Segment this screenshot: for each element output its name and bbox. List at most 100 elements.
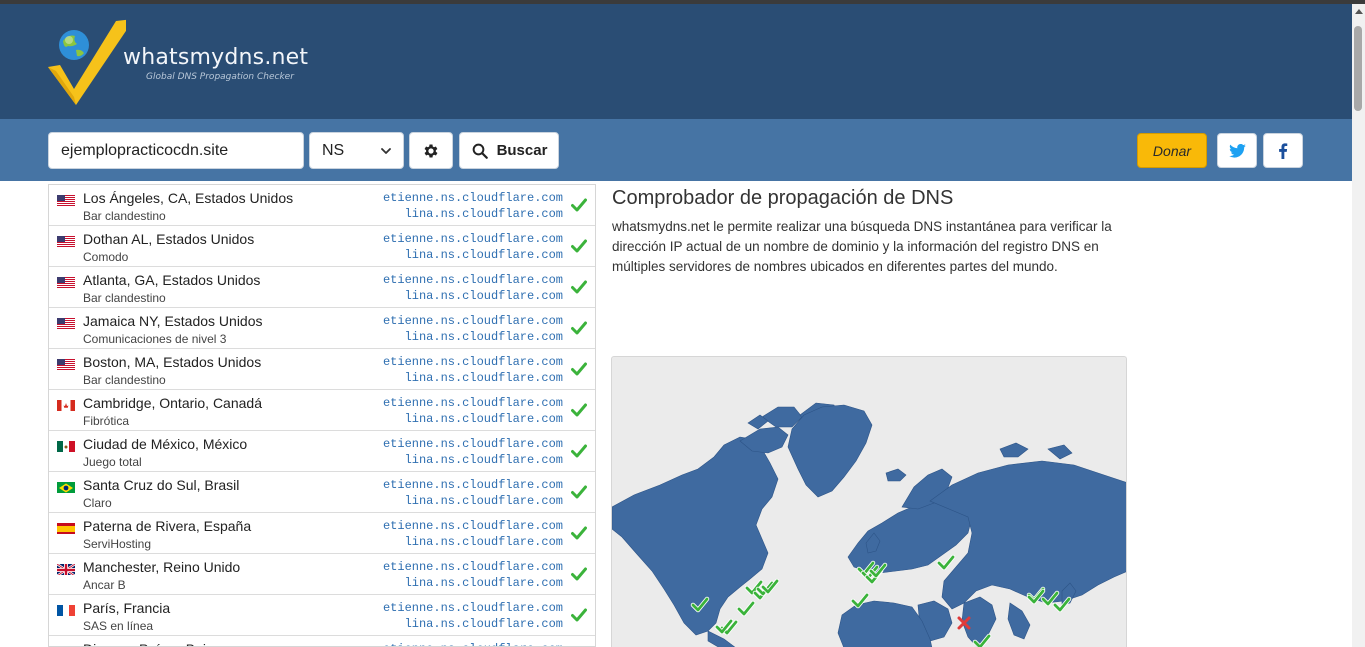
result-nameserver-2: lina.ns.cloudflare.com: [404, 289, 563, 303]
result-nameserver-1: etienne.ns.cloudflare.com: [382, 355, 563, 369]
page-scrollbar[interactable]: [1352, 4, 1365, 647]
scroll-thumb[interactable]: [1354, 26, 1362, 111]
result-provider: Bar clandestino: [83, 291, 166, 305]
facebook-icon: [1279, 142, 1288, 159]
result-location: Los Ángeles, CA, Estados Unidos: [83, 190, 294, 206]
chevron-down-icon: [381, 148, 391, 154]
checkmark-globe-icon: [48, 19, 126, 105]
result-nameserver-2: lina.ns.cloudflare.com: [404, 535, 563, 549]
result-nameserver-1: etienne.ns.cloudflare.com: [382, 560, 563, 574]
result-row[interactable]: Atlanta, GA, Estados Unidos Bar clandest…: [49, 267, 595, 308]
result-nameserver-1: etienne.ns.cloudflare.com: [382, 191, 563, 205]
search-icon: [472, 143, 488, 159]
logo-title: whatsmydns.net: [123, 45, 309, 70]
settings-button[interactable]: [409, 132, 453, 169]
check-icon: [571, 280, 587, 294]
domain-input[interactable]: [48, 132, 304, 169]
result-nameserver-1: etienne.ns.cloudflare.com: [382, 396, 563, 410]
result-nameserver-2: lina.ns.cloudflare.com: [404, 330, 563, 344]
map-landmasses: [612, 402, 1126, 647]
result-nameserver-1: etienne.ns.cloudflare.com: [382, 601, 563, 615]
logo-subtitle: Global DNS Propagation Checker: [146, 72, 294, 82]
result-provider: Fibrótica: [83, 414, 130, 428]
result-location: Santa Cruz do Sul, Brasil: [83, 477, 240, 493]
search-button[interactable]: Buscar: [459, 132, 559, 169]
result-row[interactable]: Santa Cruz do Sul, Brasil Claro etienne.…: [49, 472, 595, 513]
donate-button[interactable]: Donar: [1137, 133, 1207, 168]
result-location: Diemen, Países Bajos: [83, 641, 221, 646]
result-row[interactable]: Paterna de Rivera, España ServiHosting e…: [49, 513, 595, 554]
result-row[interactable]: París, Francia SAS en línea etienne.ns.c…: [49, 595, 595, 636]
result-nameserver-1: etienne.ns.cloudflare.com: [382, 273, 563, 287]
result-nameserver-2: lina.ns.cloudflare.com: [404, 248, 563, 262]
twitter-share-button[interactable]: [1217, 133, 1257, 168]
dns-results-list: Los Ángeles, CA, Estados Unidos Bar clan…: [48, 184, 596, 647]
result-provider: Comunicaciones de nivel 3: [83, 332, 227, 346]
flag-mx-icon: [57, 440, 75, 452]
result-provider: Comodo: [83, 250, 129, 264]
check-icon: [571, 239, 587, 253]
flag-us-icon: [57, 317, 75, 329]
result-location: Boston, MA, Estados Unidos: [83, 354, 262, 370]
flag-us-icon: [57, 358, 75, 370]
result-location: Manchester, Reino Unido: [83, 559, 241, 575]
map-marker-ok-icon[interactable]: [936, 554, 956, 571]
result-provider: ServiHosting: [83, 537, 152, 551]
record-type-select[interactable]: NS: [309, 132, 404, 169]
result-row[interactable]: Manchester, Reino Unido Ancar B etienne.…: [49, 554, 595, 595]
result-provider: Bar clandestino: [83, 373, 166, 387]
result-nameserver-2: lina.ns.cloudflare.com: [404, 494, 563, 508]
record-type-value: NS: [322, 141, 345, 159]
result-nameserver-2: lina.ns.cloudflare.com: [404, 453, 563, 467]
page-title: Comprobador de propagación de DNS: [612, 187, 954, 209]
result-nameserver-2: lina.ns.cloudflare.com: [404, 617, 563, 631]
result-provider: Ancar B: [83, 578, 126, 592]
result-location: Cambridge, Ontario, Canadá: [83, 395, 262, 411]
result-row[interactable]: Jamaica NY, Estados Unidos Comunicacione…: [49, 308, 595, 349]
check-icon: [571, 444, 587, 458]
facebook-share-button[interactable]: [1263, 133, 1303, 168]
result-location: Dothan AL, Estados Unidos: [83, 231, 255, 247]
site-header: whatsmydns.net Global DNS Propagation Ch…: [0, 4, 1352, 119]
flag-us-icon: [57, 194, 75, 206]
search-button-label: Buscar: [496, 142, 548, 159]
flag-es-icon: [57, 522, 75, 534]
check-icon: [571, 362, 587, 376]
twitter-icon: [1228, 143, 1246, 158]
world-map[interactable]: [611, 356, 1127, 647]
result-location: Paterna de Rivera, España: [83, 518, 252, 534]
result-row[interactable]: Boston, MA, Estados Unidos Bar clandesti…: [49, 349, 595, 390]
result-location: Ciudad de México, México: [83, 436, 248, 452]
gear-icon: [424, 143, 438, 158]
site-logo[interactable]: whatsmydns.net Global DNS Propagation Ch…: [46, 19, 316, 109]
page-description: whatsmydns.net le permite realizar una b…: [612, 219, 1112, 274]
world-map-graphic: [612, 402, 1126, 647]
donate-button-label: Donar: [1152, 142, 1192, 159]
result-location: Atlanta, GA, Estados Unidos: [83, 272, 261, 288]
flag-ca-icon: [57, 399, 75, 411]
result-row[interactable]: Ciudad de México, México Juego total eti…: [49, 431, 595, 472]
result-row[interactable]: Cambridge, Ontario, Canadá Fibrótica eti…: [49, 390, 595, 431]
result-nameserver-2: lina.ns.cloudflare.com: [404, 576, 563, 590]
scroll-up-arrow-icon[interactable]: [1355, 9, 1363, 14]
result-location: Jamaica NY, Estados Unidos: [83, 313, 263, 329]
flag-br-icon: [57, 481, 75, 493]
check-icon: [571, 198, 587, 212]
result-nameserver-1: etienne.ns.cloudflare.com: [382, 314, 563, 328]
check-icon: [571, 608, 587, 622]
result-nameserver-1: etienne.ns.cloudflare.com: [382, 478, 563, 492]
check-icon: [571, 567, 587, 581]
result-provider: SAS en línea: [83, 619, 154, 633]
map-marker-ok-icon[interactable]: [736, 600, 756, 617]
result-row[interactable]: Diemen, Países Bajos etienne.ns.cloudfla…: [49, 636, 595, 646]
result-nameserver-1: etienne.ns.cloudflare.com: [383, 642, 563, 646]
result-location: París, Francia: [83, 600, 171, 616]
result-nameserver-1: etienne.ns.cloudflare.com: [382, 519, 563, 533]
flag-gb-icon: [57, 563, 75, 575]
result-nameserver-2: lina.ns.cloudflare.com: [404, 412, 563, 426]
result-nameserver-1: etienne.ns.cloudflare.com: [382, 232, 563, 246]
result-nameserver-1: etienne.ns.cloudflare.com: [382, 437, 563, 451]
result-row[interactable]: Dothan AL, Estados Unidos Comodo etienne…: [49, 226, 595, 267]
result-row[interactable]: Los Ángeles, CA, Estados Unidos Bar clan…: [49, 185, 595, 226]
result-nameserver-2: lina.ns.cloudflare.com: [404, 207, 563, 221]
